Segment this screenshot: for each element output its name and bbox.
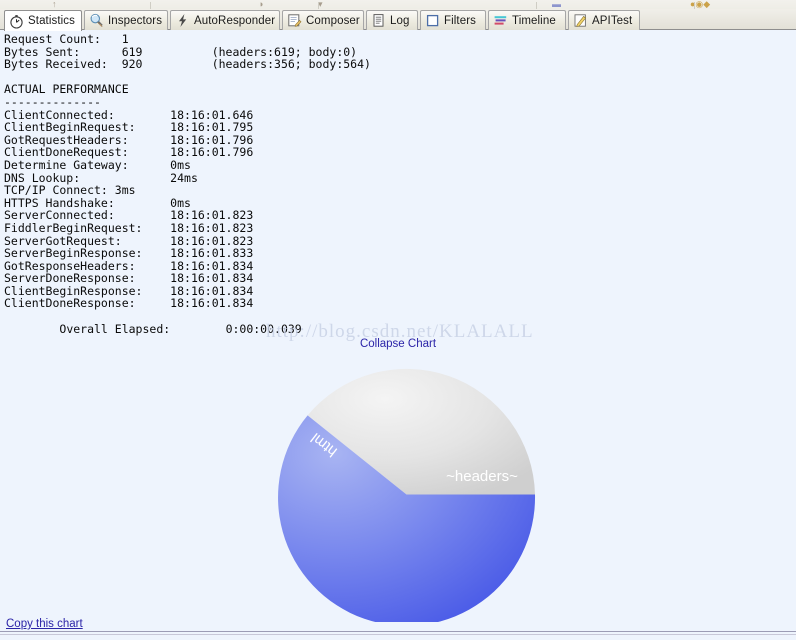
- footer-divider-secondary: [0, 634, 796, 635]
- tab-label: Log: [390, 14, 410, 27]
- copy-this-chart-link[interactable]: Copy this chart: [6, 618, 83, 630]
- response-bytes-pie-chart[interactable]: ~headers~ html: [277, 365, 536, 624]
- tab-label: AutoResponder: [194, 14, 276, 27]
- tab-inspectors[interactable]: Inspectors: [84, 10, 168, 30]
- document-icon: [371, 13, 386, 28]
- statistics-report-text: Request Count: 1 Bytes Sent: 619 (header…: [4, 32, 371, 336]
- tab-autoresponder[interactable]: AutoResponder: [170, 10, 280, 30]
- tab-apitest[interactable]: APITest: [568, 10, 640, 30]
- tab-bar: Statistics Inspectors AutoResponder Comp…: [0, 9, 796, 31]
- footer-divider: [0, 631, 796, 632]
- magnifier-icon: [89, 13, 104, 28]
- toolbar-separator: [536, 2, 537, 9]
- stopwatch-icon: [9, 14, 24, 29]
- tab-composer[interactable]: Composer: [282, 10, 364, 30]
- tab-label: Composer: [306, 14, 360, 27]
- tab-label: Inspectors: [108, 14, 163, 27]
- toolbar-ghost-icon-2[interactable]: ◑: [258, 0, 263, 9]
- compose-pencil-icon: [287, 13, 302, 28]
- tab-filters[interactable]: Filters: [420, 10, 486, 30]
- pie-slice-label-headers: ~headers~: [446, 468, 518, 485]
- timeline-bars-icon: [493, 13, 508, 28]
- toolbar-separator: [318, 2, 319, 9]
- collapse-chart-link[interactable]: Collapse Chart: [0, 338, 796, 350]
- tab-timeline[interactable]: Timeline: [488, 10, 566, 30]
- tab-label: Filters: [444, 14, 477, 27]
- tab-log[interactable]: Log: [366, 10, 418, 30]
- tab-label: Statistics: [28, 15, 76, 27]
- chart-footer: Copy this chart: [0, 618, 796, 640]
- toolbar-ghost-icon-4[interactable]: ▬: [552, 0, 561, 9]
- statistics-report-pane[interactable]: Request Count: 1 Bytes Sent: 619 (header…: [0, 30, 796, 336]
- checkbox-icon: [425, 13, 440, 28]
- tab-statistics[interactable]: Statistics: [4, 10, 82, 31]
- tab-label: APITest: [592, 14, 633, 27]
- pencil-edit-icon: [573, 13, 588, 28]
- tab-label: Timeline: [512, 14, 556, 27]
- toolbar-ghost-icon-1[interactable]: ↑: [52, 0, 57, 9]
- lightning-icon: [175, 13, 190, 28]
- toolbar-separator: [694, 2, 695, 9]
- toolbar-separator: [150, 2, 151, 9]
